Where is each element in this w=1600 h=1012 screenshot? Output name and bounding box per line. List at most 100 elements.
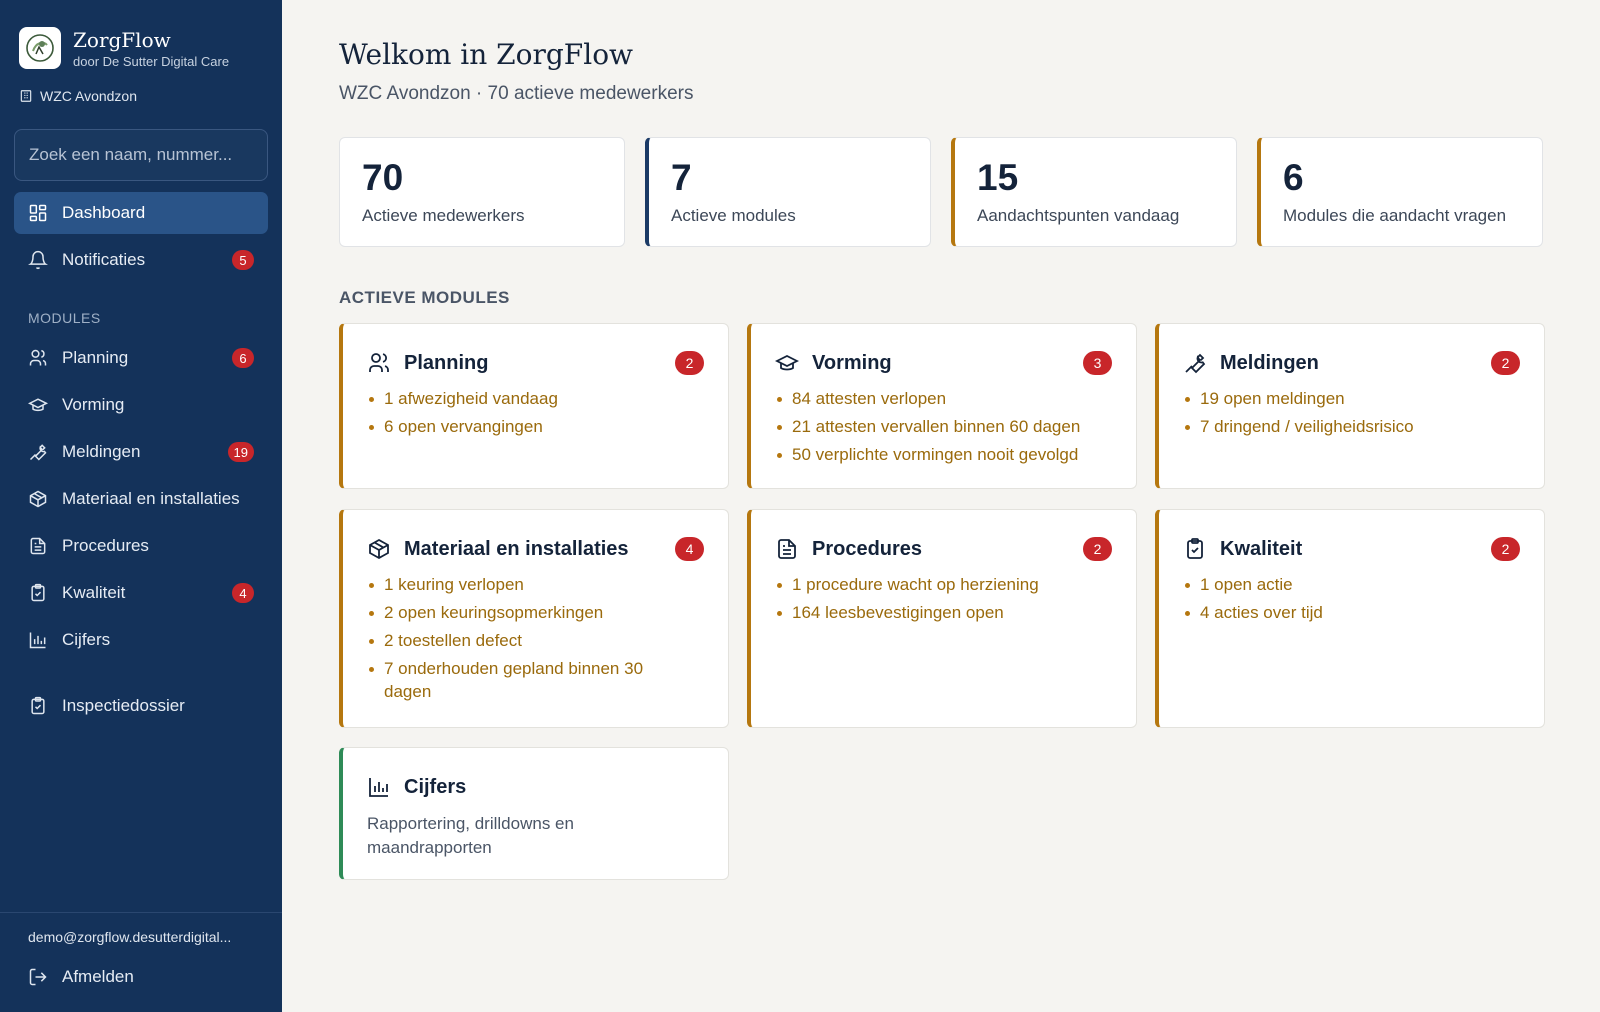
stat-card-modules: 7 Actieve modules: [645, 137, 931, 247]
sidebar-item-materiaal[interactable]: Materiaal en installaties: [14, 478, 268, 520]
building-icon: [20, 90, 32, 102]
stat-value: 70: [362, 157, 404, 198]
sidebar-item-label: Materiaal en installaties: [62, 489, 240, 508]
module-card-planning[interactable]: Planning 2 1 afwezigheid vandaag 6 open …: [339, 323, 729, 489]
module-alert-item: 84 attesten verlopen: [775, 387, 1112, 410]
module-title: Kwaliteit: [1220, 537, 1303, 560]
module-alert-item: 1 afwezigheid vandaag: [367, 387, 704, 410]
module-alert-item: 6 open vervangingen: [367, 415, 704, 438]
stat-value: 7: [671, 157, 692, 198]
module-alert-item: 164 leesbevestigingen open: [775, 601, 1112, 624]
document-icon: [30, 537, 46, 555]
sidebar-item-label: Procedures: [62, 536, 149, 555]
logout-button[interactable]: Afmelden: [14, 956, 268, 998]
module-card-vorming[interactable]: Vorming 3 84 attesten verlopen 21 attest…: [747, 323, 1137, 489]
module-alert-badge: 2: [1491, 351, 1520, 375]
sidebar: ZorgFlow door De Sutter Digital Care WZC…: [0, 0, 282, 1012]
sidebar-item-kwaliteit[interactable]: Kwaliteit 4: [14, 572, 268, 614]
sidebar-item-planning[interactable]: Planning 6: [14, 337, 268, 379]
stat-value: 15: [977, 157, 1019, 198]
module-title: Procedures: [812, 537, 923, 560]
brand[interactable]: ZorgFlow door De Sutter Digital Care: [19, 27, 229, 69]
module-card-materiaal[interactable]: Materiaal en installaties 4 1 keuring ve…: [339, 509, 729, 728]
logout-icon: [29, 968, 47, 986]
page-title: Welkom in ZorgFlow: [339, 38, 634, 71]
kwaliteit-count-badge: 4: [232, 583, 254, 603]
page-subtitle: WZC Avondzon · 70 actieve medewerkers: [339, 83, 694, 104]
sidebar-item-dashboard[interactable]: Dashboard: [14, 192, 268, 234]
module-alert-item: 4 acties over tijd: [1183, 601, 1520, 624]
organization: WZC Avondzon: [19, 88, 137, 104]
module-card-cijfers[interactable]: Cijfers Rapportering, drilldowns en maan…: [339, 747, 729, 880]
stat-label: Modules die aandacht vragen: [1283, 206, 1507, 225]
planning-count-badge: 6: [232, 348, 254, 368]
package-icon: [29, 490, 47, 508]
sidebar-item-meldingen[interactable]: Meldingen 19: [14, 431, 268, 473]
wrench-icon: [29, 444, 47, 461]
stat-label: Actieve modules: [671, 206, 796, 225]
document-icon: [778, 539, 796, 559]
brand-subtitle: door De Sutter Digital Care: [73, 53, 230, 69]
module-alert-badge: 4: [675, 537, 704, 561]
clipboard-check-icon: [31, 696, 45, 715]
module-card-meldingen[interactable]: Meldingen 2 19 open meldingen 7 dringend…: [1155, 323, 1545, 489]
users-icon: [369, 353, 389, 372]
bar-chart-icon: [29, 632, 46, 649]
sidebar-item-label: Cijfers: [62, 630, 111, 649]
sidebar-divider: [0, 912, 282, 913]
sidebar-item-label: Meldingen: [62, 442, 141, 461]
sidebar-item-inspectiedossier[interactable]: Inspectiedossier: [14, 685, 268, 727]
stat-label: Aandachtspunten vandaag: [977, 206, 1180, 225]
clipboard-check-icon: [1187, 538, 1203, 559]
module-alert-badge: 3: [1083, 351, 1112, 375]
module-alert-item: 1 keuring verlopen: [367, 573, 704, 596]
sidebar-item-label: Notificaties: [62, 250, 146, 269]
sidebar-item-label: Planning: [62, 348, 129, 367]
sidebar-item-notificaties[interactable]: Notificaties 5: [14, 239, 268, 281]
stat-label: Actieve medewerkers: [362, 206, 525, 225]
stat-card-medewerkers: 70 Actieve medewerkers: [339, 137, 625, 247]
bell-icon: [28, 250, 48, 270]
modules-section-label: MODULES: [28, 310, 101, 326]
users-icon: [29, 349, 47, 366]
module-title: Planning: [404, 351, 489, 374]
notification-count-badge: 5: [232, 250, 254, 270]
module-alert-item: 2 open keuringsopmerkingen: [367, 601, 704, 624]
module-alert-badge: 2: [1491, 537, 1520, 561]
module-alert-item: 2 toestellen defect: [367, 629, 704, 652]
organization-name: WZC Avondzon: [40, 88, 138, 104]
sidebar-item-label: Kwaliteit: [62, 583, 126, 602]
brand-name: ZorgFlow: [73, 27, 171, 52]
dashboard-icon: [29, 204, 47, 222]
stat-card-aandachtspunten: 15 Aandachtspunten vandaag: [951, 137, 1237, 247]
module-alert-item: 7 onderhouden gepland binnen 30 dagen: [367, 657, 704, 703]
wrench-icon: [1185, 353, 1206, 374]
module-card-kwaliteit[interactable]: Kwaliteit 2 1 open actie 4 acties over t…: [1155, 509, 1545, 728]
sidebar-item-vorming[interactable]: Vorming: [14, 384, 268, 426]
module-title: Meldingen: [1220, 351, 1319, 374]
package-icon: [369, 538, 389, 560]
sidebar-item-procedures[interactable]: Procedures: [14, 525, 268, 567]
sidebar-item-label: Inspectiedossier: [62, 696, 185, 715]
stat-card-modules-aandacht: 6 Modules die aandacht vragen: [1257, 137, 1543, 247]
search-input[interactable]: [14, 129, 268, 181]
module-title: Cijfers: [404, 775, 467, 798]
sidebar-item-cijfers[interactable]: Cijfers: [14, 619, 268, 661]
zorgflow-logo: [19, 27, 61, 69]
graduation-cap-icon: [28, 398, 48, 412]
module-alert-item: 50 verplichte vormingen nooit gevolgd: [775, 443, 1112, 466]
module-alert-item: 21 attesten vervallen binnen 60 dagen: [775, 415, 1112, 438]
logout-label: Afmelden: [62, 967, 134, 986]
meldingen-count-badge: 19: [227, 442, 254, 462]
module-alert-badge: 2: [675, 351, 704, 375]
module-alert-item: 1 procedure wacht op herziening: [775, 573, 1112, 596]
bar-chart-icon: [369, 778, 388, 797]
user-email: demo@zorgflow.desutterdigital...: [28, 929, 232, 945]
sidebar-item-label: Dashboard: [62, 203, 146, 222]
module-alert-item: 7 dringend / veiligheidsrisico: [1183, 415, 1520, 438]
module-alert-item: 19 open meldingen: [1183, 387, 1520, 410]
module-card-procedures[interactable]: Procedures 2 1 procedure wacht op herzie…: [747, 509, 1137, 728]
module-alert-badge: 2: [1083, 537, 1112, 561]
clipboard-check-icon: [31, 583, 45, 602]
module-title: Vorming: [812, 351, 892, 374]
